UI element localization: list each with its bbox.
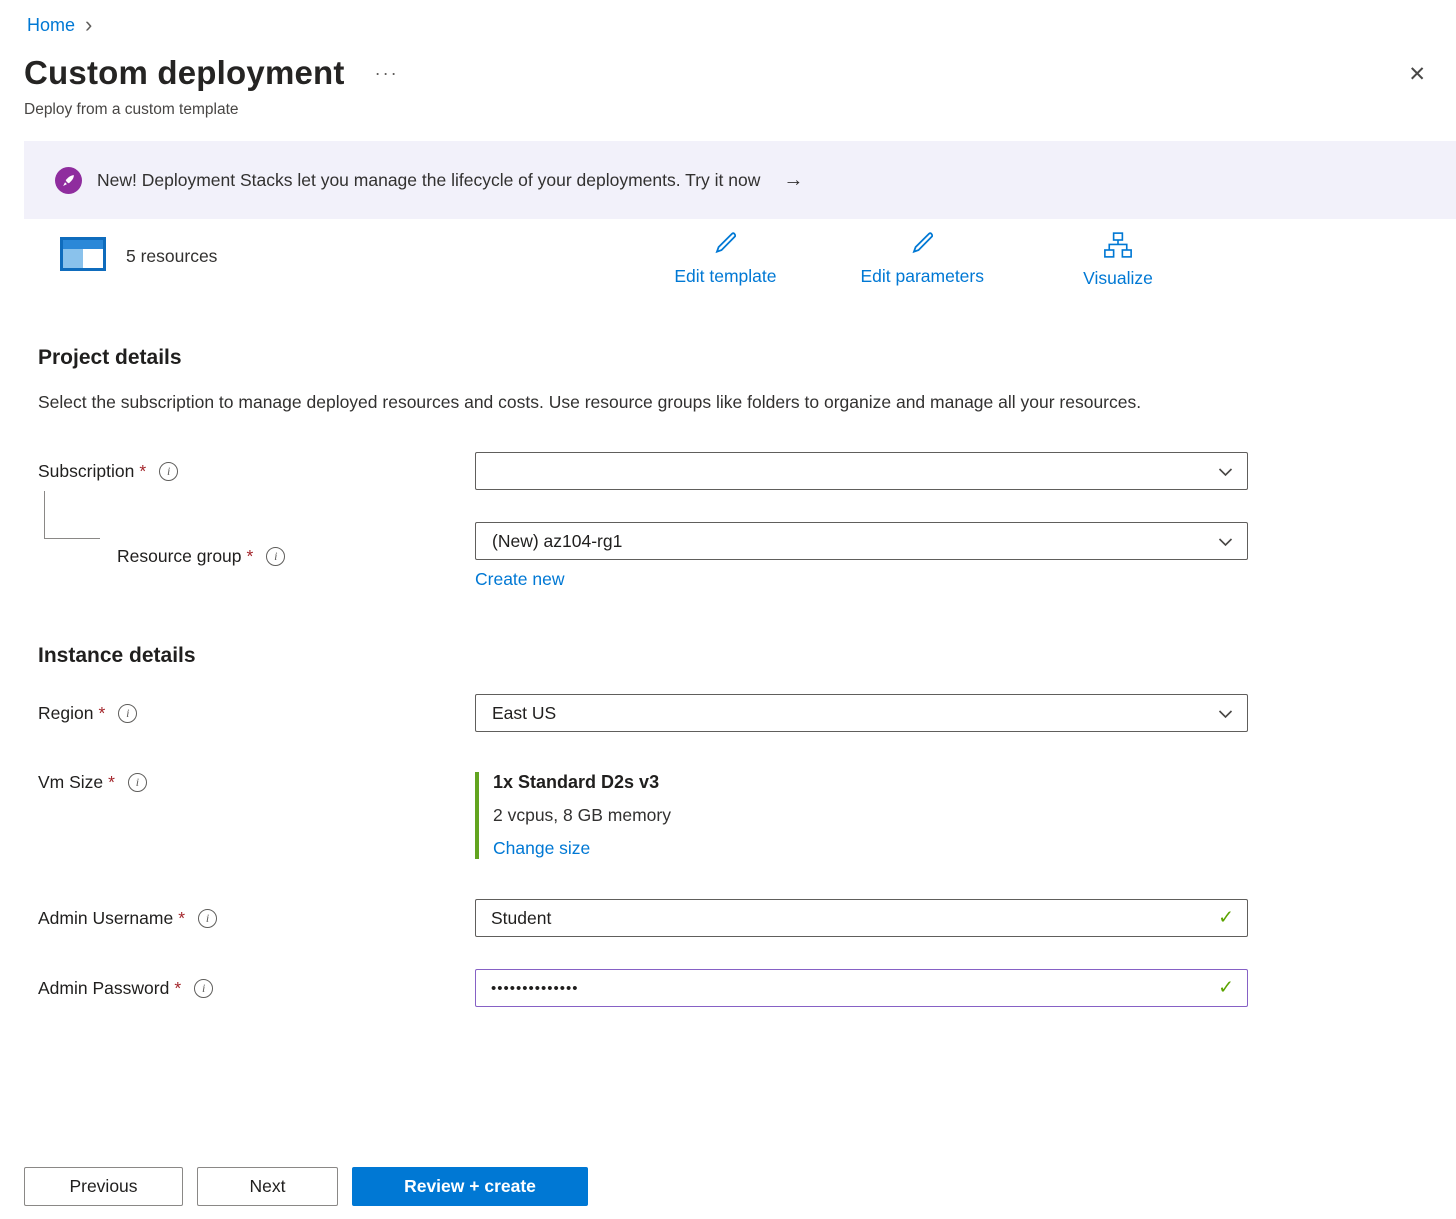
edit-template-button[interactable]: Edit template: [668, 229, 782, 290]
project-details-fields: Subscription * i Resource group * i: [38, 452, 1418, 590]
chevron-down-icon: [1218, 531, 1233, 552]
admin-password-row: Admin Password * i ✓: [38, 969, 1418, 1007]
edit-parameters-button[interactable]: Edit parameters: [854, 229, 990, 290]
subscription-row: Subscription * i: [38, 452, 1418, 490]
admin-username-input[interactable]: [475, 899, 1248, 937]
admin-password-label: Admin Password: [38, 978, 169, 999]
subscription-label: Subscription: [38, 461, 134, 482]
breadcrumb: Home ›: [0, 0, 1456, 36]
region-row: Region * i East US: [38, 694, 1418, 732]
valid-check-icon: ✓: [1218, 977, 1234, 1000]
visualize-button[interactable]: Visualize: [1062, 229, 1174, 290]
resource-group-label: Resource group: [117, 546, 242, 567]
visualize-label: Visualize: [1083, 268, 1153, 289]
more-options-button[interactable]: ···: [375, 63, 399, 84]
vm-size-name: 1x Standard D2s v3: [493, 772, 1248, 793]
review-create-button[interactable]: Review + create: [352, 1167, 588, 1206]
close-icon: ✕: [1408, 63, 1426, 86]
info-icon[interactable]: i: [194, 979, 213, 998]
required-asterisk: *: [139, 461, 146, 482]
pencil-icon: [907, 230, 937, 263]
info-icon[interactable]: i: [128, 773, 147, 792]
pencil-icon: [710, 230, 740, 263]
banner-text: New! Deployment Stacks let you manage th…: [97, 170, 760, 191]
info-icon[interactable]: i: [118, 704, 137, 723]
vm-size-selection: 1x Standard D2s v3 2 vcpus, 8 GB memory …: [475, 772, 1248, 859]
region-dropdown[interactable]: East US: [475, 694, 1248, 732]
subscription-dropdown[interactable]: [475, 452, 1248, 490]
page-header: Custom deployment ··· ✕ Deploy from a cu…: [0, 54, 1456, 119]
resource-group-value: (New) az104-rg1: [492, 531, 622, 552]
region-label: Region: [38, 703, 93, 724]
info-icon[interactable]: i: [159, 462, 178, 481]
org-chart-icon: [1102, 230, 1134, 265]
breadcrumb-home-link[interactable]: Home: [27, 15, 75, 36]
edit-parameters-label: Edit parameters: [860, 266, 984, 287]
resources-count: 5 resources: [126, 246, 217, 267]
breadcrumb-chevron-icon: ›: [85, 14, 92, 36]
admin-username-row: Admin Username * i ✓: [38, 899, 1418, 937]
resource-group-connector: [44, 491, 100, 539]
vm-size-label: Vm Size: [38, 772, 103, 793]
rocket-icon: [55, 167, 82, 194]
new-feature-banner[interactable]: New! Deployment Stacks let you manage th…: [24, 141, 1456, 219]
template-summary: 5 resources Edit template Edit parameter…: [24, 229, 1432, 290]
project-details-description: Select the subscription to manage deploy…: [38, 388, 1188, 416]
project-details-heading: Project details: [38, 346, 1418, 370]
required-asterisk: *: [108, 772, 115, 793]
previous-button[interactable]: Previous: [24, 1167, 183, 1206]
admin-password-input[interactable]: [475, 969, 1248, 1007]
template-resource-icon: [60, 237, 106, 276]
chevron-down-icon: [1218, 703, 1233, 724]
required-asterisk: *: [178, 908, 185, 929]
chevron-down-icon: [1218, 461, 1233, 482]
close-button[interactable]: ✕: [1404, 58, 1430, 91]
required-asterisk: *: [98, 703, 105, 724]
region-value: East US: [492, 703, 556, 724]
required-asterisk: *: [174, 978, 181, 999]
create-new-link[interactable]: Create new: [475, 569, 565, 590]
info-icon[interactable]: i: [198, 909, 217, 928]
resource-group-dropdown[interactable]: (New) az104-rg1: [475, 522, 1248, 560]
resource-group-row: Resource group * i (New) az104-rg1 Creat…: [38, 522, 1418, 590]
edit-template-label: Edit template: [674, 266, 776, 287]
footer-actions: Previous Next Review + create: [24, 1167, 588, 1206]
instance-details-heading: Instance details: [38, 644, 1418, 668]
arrow-right-icon: →: [783, 169, 803, 192]
page-title: Custom deployment: [24, 54, 345, 92]
admin-username-label: Admin Username: [38, 908, 173, 929]
required-asterisk: *: [247, 546, 254, 567]
page-subtitle: Deploy from a custom template: [24, 101, 1432, 119]
next-button[interactable]: Next: [197, 1167, 338, 1206]
vm-size-row: Vm Size * i 1x Standard D2s v3 2 vcpus, …: [38, 772, 1418, 859]
change-size-link[interactable]: Change size: [493, 838, 590, 859]
vm-size-specs: 2 vcpus, 8 GB memory: [493, 805, 1248, 826]
valid-check-icon: ✓: [1218, 907, 1234, 930]
info-icon[interactable]: i: [266, 547, 285, 566]
